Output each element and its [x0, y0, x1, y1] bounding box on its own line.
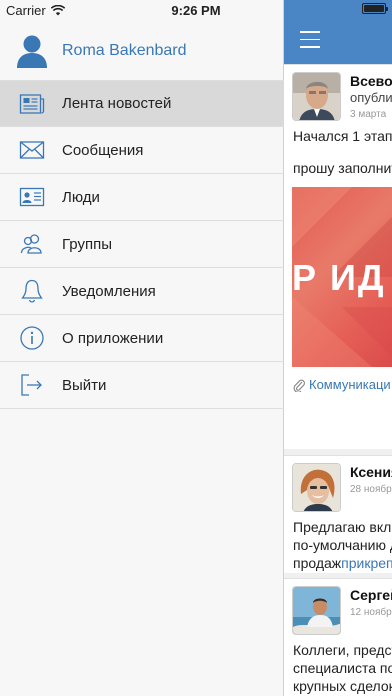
author-avatar[interactable]	[292, 72, 341, 121]
news-feed-panel[interactable]: Всевол опубли 3 марта Начался 1 этап про…	[284, 0, 392, 696]
menu-item-label: Группы	[62, 235, 112, 253]
bell-icon	[19, 278, 45, 304]
menu-item-label: Сообщения	[62, 141, 144, 159]
menu-item-label: О приложении	[62, 329, 164, 347]
post-action: опубли	[350, 90, 392, 105]
post-date: 3 марта	[350, 109, 387, 120]
menu-list: Лента новостей Сообщения Люди Группы Уве…	[0, 80, 284, 409]
author-avatar[interactable]	[292, 463, 341, 512]
menu-item-logout[interactable]: Выйти	[0, 362, 284, 409]
post-date: 12 ноябр	[350, 607, 392, 618]
post-text-line: по-умолчанию д	[293, 537, 392, 553]
post-author[interactable]: Всевол	[350, 73, 392, 89]
post-text-fragment: продаж	[293, 555, 342, 571]
attachment-name: Коммуникаци	[309, 377, 391, 392]
post-text-line: продажприкреп	[293, 554, 392, 573]
envelope-icon	[19, 137, 45, 163]
clock: 9:26 PM	[171, 3, 221, 18]
post-date: 28 ноябр	[350, 484, 392, 495]
post-text-line: Начался 1 этап	[293, 128, 392, 144]
menu-item-messages[interactable]: Сообщения	[0, 127, 284, 174]
status-bar: Carrier 9:26 PM	[0, 0, 392, 22]
logout-icon	[19, 372, 45, 398]
menu-item-label: Выйти	[62, 376, 107, 394]
post-text-line: специалиста по	[293, 660, 392, 676]
post-inline-link[interactable]: прикреп	[341, 555, 392, 571]
post-author[interactable]: Ксения	[350, 464, 392, 480]
battery-fill	[364, 5, 384, 12]
post-image-caption: Р ИД	[292, 257, 386, 298]
post-image[interactable]: Р ИД	[292, 187, 392, 367]
newspaper-icon	[19, 91, 45, 117]
post-author[interactable]: Сергей	[350, 587, 392, 603]
paperclip-icon	[293, 379, 305, 392]
menu-item-label: Люди	[62, 188, 100, 206]
menu-item-label: Лента новостей	[62, 95, 172, 112]
menu-item-about[interactable]: О приложении	[0, 315, 284, 362]
feed-post[interactable]: Ксения 28 ноябр Предлагаю вклю по-умолча…	[284, 455, 392, 573]
battery-icon	[362, 3, 388, 14]
menu-item-label: Уведомления	[62, 282, 156, 300]
author-avatar[interactable]	[292, 586, 341, 635]
menu-item-people[interactable]: Люди	[0, 174, 284, 221]
group-icon	[19, 231, 45, 257]
feed-post[interactable]: Сергей 12 ноябр Коллеги, предст специали…	[284, 578, 392, 696]
contact-card-icon	[19, 184, 45, 210]
post-text-line: прошу заполнит	[293, 160, 392, 176]
menu-item-notifications[interactable]: Уведомления	[0, 268, 284, 315]
side-menu: Roma Bakenbard Лента новостей Сообщения …	[0, 0, 284, 696]
attachment-link[interactable]: Коммуникаци	[293, 377, 391, 392]
post-text-line: Предлагаю вклю	[293, 519, 392, 535]
menu-item-groups[interactable]: Группы	[0, 221, 284, 268]
user-name: Roma Bakenbard	[62, 42, 187, 59]
menu-item-news-feed[interactable]: Лента новостей	[0, 80, 284, 127]
feed-post[interactable]: Всевол опубли 3 марта Начался 1 этап про…	[284, 64, 392, 449]
post-text-line: крупных сделок	[293, 678, 392, 694]
status-bar-right	[362, 3, 388, 14]
info-icon	[19, 325, 45, 351]
hamburger-menu-icon[interactable]	[300, 31, 320, 48]
user-avatar-icon	[17, 35, 47, 68]
profile-header[interactable]: Roma Bakenbard	[0, 22, 284, 80]
post-text-line: Коллеги, предст	[293, 642, 392, 658]
